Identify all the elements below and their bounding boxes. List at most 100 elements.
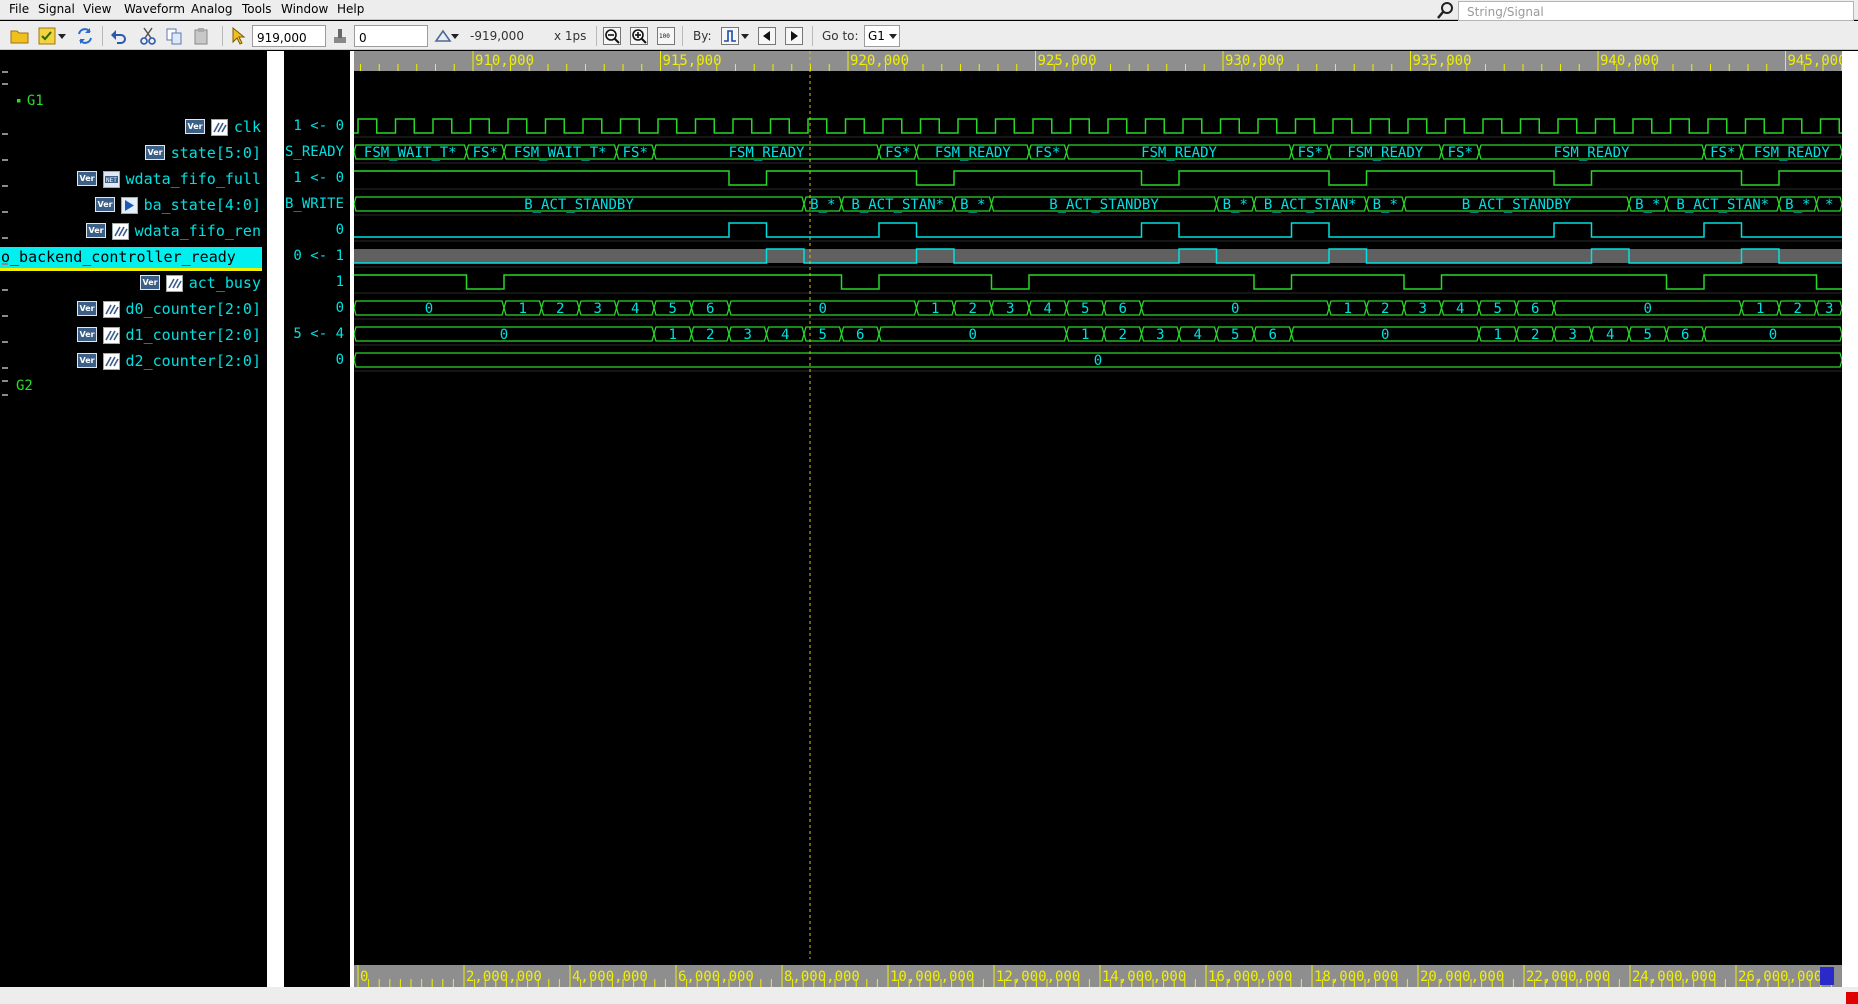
bus-value-label: FS* — [1710, 145, 1735, 161]
marker-time-field[interactable] — [354, 25, 428, 47]
bus-value-label: 5 — [1081, 301, 1089, 317]
overview-label: 4,000,000 — [572, 969, 648, 985]
row-tick — [2, 394, 8, 396]
bus-value-label: 5 — [1644, 327, 1652, 343]
bus-value-label: 1 — [669, 327, 677, 343]
overview-label: 18,000,000 — [1314, 969, 1398, 985]
waveform-canvas[interactable]: 910,000 915,000 920,000 925,000 930,000 935,0… — [354, 51, 1842, 987]
signal-name[interactable]: o_backend_controller_ready — [1, 248, 236, 266]
group-g1-label[interactable]: ▪ G1 — [16, 93, 44, 109]
bus-value-label: 5 — [669, 301, 677, 317]
signal-name[interactable]: ba_state[4:0] — [144, 196, 261, 214]
copy-icon[interactable] — [164, 26, 184, 46]
selected-row-fill — [354, 249, 1842, 263]
menu-tools[interactable]: Tools — [242, 2, 272, 16]
bus-value-label: 0 — [969, 327, 977, 343]
signal-name[interactable]: wdata_fifo_ren — [135, 222, 261, 240]
bus-value-label: B_ACT_STAN* — [851, 197, 944, 213]
signal-name[interactable]: act_busy — [189, 274, 261, 292]
signal-name[interactable]: d2_counter[2:0] — [126, 352, 261, 370]
zoom-in-icon[interactable] — [629, 26, 649, 46]
marker-flag-icon[interactable] — [330, 26, 350, 46]
cut-icon[interactable] — [138, 26, 158, 46]
bus-value-label: 0 — [1769, 327, 1777, 343]
search-by-edge-icon[interactable] — [720, 26, 740, 46]
chevron-down-icon[interactable] — [740, 26, 750, 46]
menu-view[interactable]: View — [83, 2, 111, 16]
bus-value-label: 3 — [1006, 301, 1014, 317]
bus-value-label: 0 — [1644, 301, 1652, 317]
overview-label: 22,000,000 — [1526, 969, 1610, 985]
menu-file[interactable]: File — [9, 2, 29, 16]
cursor-time-field[interactable] — [252, 25, 326, 47]
bus-value-label: FSM_READY — [1554, 145, 1630, 161]
verilog-badge-icon: Ver — [86, 223, 106, 238]
signal-value: 4 -> 5 — [293, 326, 344, 342]
signal-name[interactable]: d0_counter[2:0] — [126, 300, 261, 318]
search-backward-icon[interactable] — [757, 26, 777, 46]
bus-value-label: 4 — [631, 301, 639, 317]
bus-value-label: 0 — [819, 301, 827, 317]
delta-time-readout: -919,000 — [470, 29, 524, 43]
signal-value-pane[interactable] — [284, 51, 350, 987]
search-forward-icon[interactable] — [784, 26, 804, 46]
resize-grip[interactable] — [1846, 992, 1858, 1004]
signal-row[interactable]: ba_state[4:0] Ver — [0, 193, 267, 215]
bus-value-label: B_ACT_STANDBY — [1462, 197, 1572, 213]
bus-value-label: 0 — [1231, 301, 1239, 317]
group-g2-label[interactable]: G2 — [16, 378, 33, 394]
signal-row[interactable]: wdata_fifo_ren Ver — [0, 219, 267, 241]
signal-row[interactable]: act_busy Ver — [0, 271, 267, 293]
cursor-pointer-icon[interactable] — [228, 26, 248, 46]
undo-icon[interactable] — [109, 26, 129, 46]
vertical-scrollbar[interactable] — [1842, 51, 1858, 987]
menu-analog[interactable]: Analog — [191, 2, 232, 16]
goto-select[interactable]: G1 — [864, 25, 900, 47]
clock-icon — [211, 119, 228, 136]
svg-text:100: 100 — [659, 33, 670, 40]
menu-signal[interactable]: Signal — [38, 2, 75, 16]
bus-value-label: 1 — [1494, 327, 1502, 343]
chevron-down-icon[interactable] — [450, 26, 460, 46]
save-checklist-icon[interactable] — [37, 26, 57, 46]
signal-row[interactable]: d1_counter[2:0] Ver — [0, 323, 267, 345]
bus-value-label: 6 — [1119, 301, 1127, 317]
chevron-down-icon[interactable] — [57, 26, 67, 46]
signal-row[interactable]: state[5:0] Ver — [0, 141, 267, 163]
row-tick — [2, 380, 8, 382]
signal-row[interactable]: o_backend_controller_ready — [0, 245, 267, 267]
signal-name[interactable]: wdata_fifo_full — [126, 170, 261, 188]
signal-row[interactable]: d0_counter[2:0] Ver — [0, 297, 267, 319]
signal-row[interactable]: clk Ver — [0, 115, 267, 137]
zoom-out-icon[interactable] — [602, 26, 622, 46]
search-icon[interactable] — [1436, 1, 1456, 21]
menu-help[interactable]: Help — [337, 2, 364, 16]
signal-name[interactable]: clk — [234, 118, 261, 136]
signal-name-pane[interactable]: ▪ G1 — [0, 51, 267, 987]
overview-axis[interactable]: 0 2,000,000 4,000,000 6,000,000 8,000,000 10,… — [354, 965, 1842, 987]
menu-waveform[interactable]: Waveform — [124, 2, 185, 16]
paste-icon[interactable] — [191, 26, 211, 46]
zoom-fit-icon[interactable]: 100 — [656, 26, 676, 46]
signal-name[interactable]: d1_counter[2:0] — [126, 326, 261, 344]
bus-value-label: B_ACT_STAN* — [1676, 197, 1769, 213]
menu-window[interactable]: Window — [281, 2, 328, 16]
open-folder-icon[interactable] — [10, 26, 30, 46]
signal-row[interactable]: d2_counter[2:0] Ver — [0, 349, 267, 371]
bus-value-label: B_ACT_STANDBY — [524, 197, 634, 213]
reload-icon[interactable] — [75, 26, 95, 46]
signal-name[interactable]: state[5:0] — [171, 144, 261, 162]
bus-value-label: 4 — [1044, 301, 1052, 317]
overview-viewport-indicator[interactable] — [1820, 967, 1834, 985]
bus-value-label: 4 — [781, 327, 789, 343]
bus-value-label: FSM_READY — [1347, 145, 1423, 161]
signal-row[interactable]: wdata_fifo_full NET Ver — [0, 167, 267, 189]
row-tick — [2, 367, 8, 369]
verilog-badge-icon: Ver — [77, 301, 97, 316]
search-input[interactable]: String/Signal — [1458, 1, 1854, 21]
splitter-left[interactable] — [267, 51, 284, 987]
bus-value-label: 0 — [500, 327, 508, 343]
time-axis[interactable]: 910,000 915,000 920,000 925,000 930,000 935,0… — [354, 51, 1842, 71]
row-tick — [2, 237, 8, 239]
bus-value-label: 5 — [819, 327, 827, 343]
